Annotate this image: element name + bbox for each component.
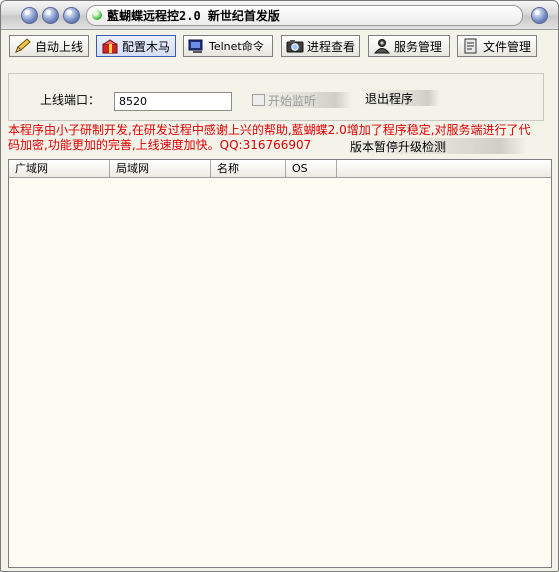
user-service-icon	[373, 39, 391, 54]
process-view-label: 进程查看	[307, 39, 356, 54]
column-filler	[337, 160, 551, 177]
listview-header: 广域网 局域网 名称 OS	[9, 160, 551, 178]
camera-icon	[286, 40, 304, 53]
upgrade-check-label: 版本暂停升级检测	[350, 139, 447, 154]
service-manage-button[interactable]: 服务管理	[368, 35, 450, 57]
column-wan[interactable]: 广域网	[9, 160, 110, 177]
auto-online-label: 自动上线	[35, 39, 84, 54]
window-title: 藍蝴蝶远程控2.0 新世纪首发版	[107, 9, 280, 23]
file-tools-icon	[464, 38, 477, 54]
close-icon[interactable]	[531, 7, 548, 24]
process-view-button[interactable]: 进程查看	[281, 35, 360, 57]
telnet-command-button[interactable]: Telnet命令	[183, 35, 273, 57]
minimize-icon[interactable]	[42, 7, 59, 24]
port-label: 上线端口：	[40, 93, 101, 107]
file-manage-label: 文件管理	[483, 39, 532, 54]
port-input[interactable]	[114, 92, 232, 111]
exit-program-label: 退出程序	[365, 91, 414, 106]
upgrade-check-button[interactable]: 版本暂停升级检测	[347, 138, 527, 154]
start-listen-button[interactable]: 开始监听	[249, 92, 351, 108]
column-os[interactable]: OS	[286, 160, 337, 177]
pencil-icon	[15, 38, 31, 53]
maximize-icon[interactable]	[63, 7, 80, 24]
column-name[interactable]: 名称	[211, 160, 286, 177]
host-listview[interactable]: 广域网 局域网 名称 OS	[8, 159, 552, 568]
column-lan[interactable]: 局域网	[110, 160, 211, 177]
terminal-icon	[188, 39, 203, 53]
exit-program-button[interactable]: 退出程序	[362, 90, 440, 106]
start-listen-label: 开始监听	[268, 93, 317, 108]
configure-trojan-label: 配置木马	[122, 39, 171, 54]
app-status-icon	[92, 10, 102, 20]
title-bar[interactable]: 藍蝴蝶远程控2.0 新世纪首发版	[1, 1, 558, 30]
checkbox-icon	[252, 94, 265, 106]
window-menu-icon[interactable]	[21, 7, 38, 24]
auto-online-button[interactable]: 自动上线	[9, 35, 89, 57]
main-window: 藍蝴蝶远程控2.0 新世纪首发版 自动上线 配置木马 Telnet命令 进程查看…	[0, 0, 559, 572]
gift-box-icon	[102, 39, 118, 54]
file-manage-button[interactable]: 文件管理	[457, 35, 537, 57]
notice-line-1: 本程序由小子研制开发,在研发过程中感谢上兴的帮助,藍蝴蝶2.0增加了程序稳定,对…	[8, 123, 531, 137]
title-pill: 藍蝴蝶远程控2.0 新世纪首发版	[86, 5, 523, 26]
telnet-command-label: Telnet命令	[209, 40, 264, 53]
service-manage-label: 服务管理	[394, 39, 443, 54]
configure-trojan-button[interactable]: 配置木马	[96, 35, 176, 57]
